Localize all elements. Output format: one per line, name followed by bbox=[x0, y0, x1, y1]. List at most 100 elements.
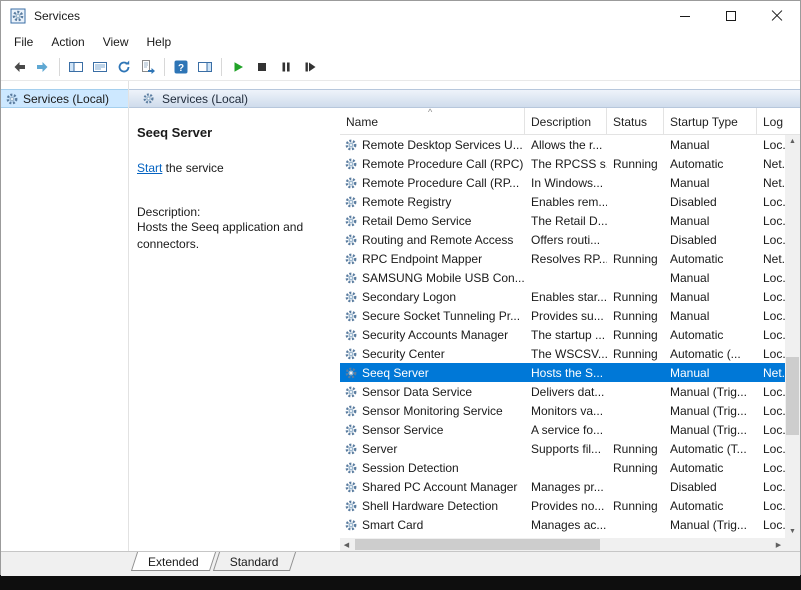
table-row[interactable]: Remote Desktop Services U... Allows the … bbox=[340, 135, 785, 154]
table-row[interactable]: Sensor Monitoring Service Monitors va...… bbox=[340, 401, 785, 420]
scroll-left-icon[interactable]: ◀ bbox=[340, 538, 353, 551]
start-service-link[interactable]: Start bbox=[137, 161, 162, 175]
service-status-cell: Running bbox=[607, 496, 664, 515]
maximize-button[interactable] bbox=[708, 1, 754, 31]
table-row[interactable]: Remote Procedure Call (RP... In Windows.… bbox=[340, 173, 785, 192]
service-gear-icon bbox=[344, 518, 358, 532]
service-description-cell: Supports fil... bbox=[525, 439, 607, 458]
table-row[interactable]: Sensor Service A service fo... Manual (T… bbox=[340, 420, 785, 439]
action-pane-icon bbox=[197, 59, 213, 75]
table-row[interactable]: Session Detection Running Automatic Loc.… bbox=[340, 458, 785, 477]
table-row[interactable]: Security Center The WSCSV... Running Aut… bbox=[340, 344, 785, 363]
service-description-cell: Manages pr... bbox=[525, 477, 607, 496]
service-startup-type-cell: Manual (Trig... bbox=[664, 515, 757, 534]
menu-view[interactable]: View bbox=[94, 33, 138, 51]
service-description-cell: Manages ac... bbox=[525, 515, 607, 534]
service-description-cell: Allows the r... bbox=[525, 135, 607, 154]
horizontal-scrollbar[interactable]: ◀ ▶ bbox=[340, 538, 785, 551]
service-description-cell: Resolves RP... bbox=[525, 249, 607, 268]
help-button[interactable]: ? bbox=[169, 55, 193, 79]
service-status-cell bbox=[607, 401, 664, 420]
action-pane-button[interactable] bbox=[193, 55, 217, 79]
tab-extended[interactable]: Extended bbox=[134, 552, 213, 571]
column-header-status[interactable]: Status bbox=[607, 108, 664, 134]
pause-service-button[interactable] bbox=[274, 55, 298, 79]
table-row[interactable]: Shell Hardware Detection Provides no... … bbox=[340, 496, 785, 515]
service-status-cell bbox=[607, 211, 664, 230]
menu-file[interactable]: File bbox=[5, 33, 42, 51]
export-list-button[interactable] bbox=[136, 55, 160, 79]
service-status-cell: Running bbox=[607, 154, 664, 173]
column-header-description[interactable]: Description bbox=[525, 108, 607, 134]
service-status-cell: Running bbox=[607, 458, 664, 477]
menu-action[interactable]: Action bbox=[42, 33, 93, 51]
service-gear-icon bbox=[344, 423, 358, 437]
service-startup-type-cell: Manual bbox=[664, 173, 757, 192]
service-logon-cell: Loc... bbox=[757, 458, 785, 477]
pane-header: Services (Local) bbox=[129, 89, 800, 108]
table-row[interactable]: Routing and Remote Access Offers routi..… bbox=[340, 230, 785, 249]
service-logon-cell: Loc... bbox=[757, 325, 785, 344]
service-gear-icon bbox=[344, 233, 358, 247]
vertical-scrollbar[interactable]: ▲ ▼ bbox=[785, 135, 800, 538]
restart-service-button[interactable] bbox=[298, 55, 322, 79]
horizontal-scroll-thumb[interactable] bbox=[355, 539, 600, 550]
toolbar: ? bbox=[1, 53, 800, 81]
service-startup-type-cell: Automatic bbox=[664, 154, 757, 173]
table-row[interactable]: Sensor Data Service Delivers dat... Manu… bbox=[340, 382, 785, 401]
table-row[interactable]: Security Accounts Manager The startup ..… bbox=[340, 325, 785, 344]
service-action-text: the service bbox=[162, 161, 223, 175]
stop-service-button[interactable] bbox=[250, 55, 274, 79]
service-description-cell: In Windows... bbox=[525, 173, 607, 192]
table-row[interactable]: Remote Registry Enables rem... Disabled … bbox=[340, 192, 785, 211]
start-service-button[interactable] bbox=[226, 55, 250, 79]
table-row[interactable]: SAMSUNG Mobile USB Con... Manual Loc... bbox=[340, 268, 785, 287]
stop-service-icon bbox=[254, 59, 270, 75]
menu-help[interactable]: Help bbox=[138, 33, 181, 51]
scrollbar-corner bbox=[785, 538, 800, 551]
pause-service-icon bbox=[278, 59, 294, 75]
service-startup-type-cell: Manual bbox=[664, 287, 757, 306]
column-header-startup-type[interactable]: Startup Type bbox=[664, 108, 757, 134]
column-header-logon[interactable]: Log bbox=[757, 108, 785, 134]
close-button[interactable] bbox=[754, 1, 800, 31]
service-description-cell: Delivers dat... bbox=[525, 382, 607, 401]
forward-button[interactable] bbox=[31, 55, 55, 79]
scroll-right-icon[interactable]: ▶ bbox=[772, 538, 785, 551]
refresh-button[interactable] bbox=[112, 55, 136, 79]
service-status-cell: Running bbox=[607, 306, 664, 325]
table-row[interactable]: Remote Procedure Call (RPC) The RPCSS s.… bbox=[340, 154, 785, 173]
service-logon-cell: Loc... bbox=[757, 515, 785, 534]
service-name: Security Center bbox=[362, 347, 445, 361]
service-status-cell bbox=[607, 135, 664, 154]
properties-button[interactable] bbox=[88, 55, 112, 79]
table-row[interactable]: Retail Demo Service The Retail D... Manu… bbox=[340, 211, 785, 230]
tab-standard[interactable]: Standard bbox=[216, 552, 293, 571]
service-logon-cell: Net... bbox=[757, 363, 785, 382]
table-row[interactable]: Shared PC Account Manager Manages pr... … bbox=[340, 477, 785, 496]
tree-item-services-local[interactable]: Services (Local) bbox=[1, 89, 128, 108]
back-button[interactable] bbox=[7, 55, 31, 79]
table-row[interactable]: RPC Endpoint Mapper Resolves RP... Runni… bbox=[340, 249, 785, 268]
service-gear-icon bbox=[344, 461, 358, 475]
service-description-cell: The RPCSS s... bbox=[525, 154, 607, 173]
vertical-scroll-thumb[interactable] bbox=[786, 357, 799, 435]
sort-ascending-icon: ^ bbox=[428, 108, 432, 117]
minimize-button[interactable] bbox=[662, 1, 708, 31]
service-name: Remote Registry bbox=[362, 195, 451, 209]
service-status-cell: Running bbox=[607, 249, 664, 268]
table-row[interactable]: Seeq Server Hosts the S... Manual Net... bbox=[340, 363, 785, 382]
table-row[interactable]: Smart Card Manages ac... Manual (Trig...… bbox=[340, 515, 785, 534]
service-gear-icon bbox=[344, 347, 358, 361]
service-status-cell: Running bbox=[607, 344, 664, 363]
service-logon-cell: Loc... bbox=[757, 401, 785, 420]
export-list-icon bbox=[140, 59, 156, 75]
service-startup-type-cell: Automatic (... bbox=[664, 344, 757, 363]
column-header-name[interactable]: Name bbox=[340, 108, 525, 134]
scroll-up-icon[interactable]: ▲ bbox=[785, 135, 800, 148]
console-tree-button[interactable] bbox=[64, 55, 88, 79]
table-row[interactable]: Secure Socket Tunneling Pr... Provides s… bbox=[340, 306, 785, 325]
scroll-down-icon[interactable]: ▼ bbox=[785, 525, 800, 538]
table-row[interactable]: Secondary Logon Enables star... Running … bbox=[340, 287, 785, 306]
table-row[interactable]: Server Supports fil... Running Automatic… bbox=[340, 439, 785, 458]
